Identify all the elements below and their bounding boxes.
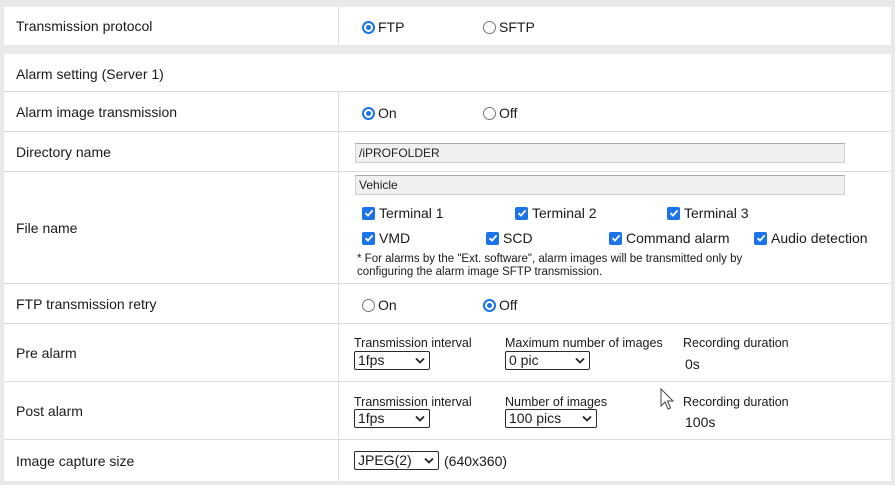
- ftp-retry-row: FTP transmission retry On Off: [4, 284, 891, 324]
- radio-unselected-icon: [483, 106, 496, 120]
- mouse-pointer-icon: [660, 388, 675, 410]
- radio-ftp-retry-on[interactable]: On: [362, 297, 397, 313]
- pre-alarm-interval-label: Transmission interval: [354, 336, 472, 350]
- pre-alarm-row: Pre alarm Transmission interval 1fps Max…: [4, 324, 891, 382]
- alarm-setting-panel: Alarm setting (Server 1) Alarm image tra…: [4, 54, 891, 481]
- radio-alarm-image-on[interactable]: On: [362, 105, 397, 121]
- post-alarm-label: Post alarm: [4, 382, 339, 439]
- file-name-label: File name: [4, 172, 339, 283]
- ftp-retry-value: On Off: [340, 284, 891, 323]
- checkbox-terminal-3-label: Terminal 3: [684, 205, 749, 221]
- radio-ftp-label: FTP: [378, 19, 405, 35]
- radio-unselected-icon: [362, 298, 375, 312]
- checkbox-terminal-2[interactable]: Terminal 2: [515, 205, 597, 221]
- file-name-row: File name Vehicle Terminal 1 Terminal 2 …: [4, 172, 891, 284]
- alarm-setting-title: Alarm setting (Server 1): [16, 66, 164, 82]
- checkbox-vmd[interactable]: VMD: [362, 230, 410, 246]
- checkmark-icon: [754, 231, 767, 245]
- directory-name-row: Directory name /iPROFOLDER: [4, 132, 891, 172]
- image-capture-resolution: (640x360): [444, 453, 508, 469]
- pre-alarm-duration-label: Recording duration: [683, 336, 789, 350]
- image-capture-size-row: Image capture size JPEG(2) (640x360): [4, 440, 891, 481]
- checkmark-icon: [609, 231, 622, 245]
- file-name-note-line-1: * For alarms by the "Ext. software", ala…: [357, 253, 743, 265]
- alarm-setting-header: Alarm setting (Server 1): [4, 54, 891, 92]
- checkbox-terminal-2-label: Terminal 2: [532, 205, 597, 221]
- pre-alarm-images-select-value: 0 pic: [509, 352, 539, 368]
- radio-sftp[interactable]: SFTP: [483, 19, 535, 35]
- pre-alarm-value: Transmission interval 1fps Maximum numbe…: [340, 324, 891, 381]
- radio-selected-icon: [362, 20, 375, 34]
- post-alarm-duration-label: Recording duration: [683, 395, 789, 409]
- radio-ftp[interactable]: FTP: [362, 19, 404, 35]
- checkbox-terminal-1[interactable]: Terminal 1: [362, 205, 444, 221]
- post-alarm-duration-value: 100s: [685, 414, 716, 430]
- file-name-note: * For alarms by the "Ext. software", ala…: [357, 253, 827, 279]
- radio-alarm-image-off-label: Off: [499, 105, 518, 121]
- post-alarm-interval-select-value: 1fps: [358, 410, 385, 426]
- radio-selected-icon: [362, 106, 375, 120]
- directory-name-value: /iPROFOLDER: [340, 132, 891, 171]
- image-capture-size-select[interactable]: JPEG(2): [354, 451, 439, 470]
- file-name-note-line-2: configuring the alarm image SFTP transmi…: [357, 266, 603, 278]
- directory-name-label: Directory name: [4, 132, 339, 171]
- alarm-image-transmission-label: Alarm image transmission: [4, 92, 339, 131]
- radio-ftp-retry-on-label: On: [378, 297, 397, 313]
- checkbox-terminal-1-label: Terminal 1: [379, 205, 444, 221]
- checkbox-command-alarm[interactable]: Command alarm: [609, 230, 729, 246]
- image-capture-size-label: Image capture size: [4, 440, 339, 481]
- transmission-protocol-row: Transmission protocol FTP SFTP: [4, 7, 891, 45]
- pre-alarm-interval-select[interactable]: 1fps: [354, 351, 430, 370]
- radio-alarm-image-off[interactable]: Off: [483, 105, 517, 121]
- radio-sftp-label: SFTP: [499, 19, 535, 35]
- checkbox-terminal-3[interactable]: Terminal 3: [667, 205, 749, 221]
- checkmark-icon: [362, 206, 375, 220]
- checkmark-icon: [667, 206, 680, 220]
- checkmark-icon: [515, 206, 528, 220]
- radio-selected-icon: [483, 298, 496, 312]
- pre-alarm-duration-value: 0s: [685, 356, 700, 372]
- post-alarm-images-label: Number of images: [505, 395, 608, 409]
- checkmark-icon: [486, 231, 499, 245]
- radio-ftp-retry-off[interactable]: Off: [483, 297, 517, 313]
- checkbox-vmd-label: VMD: [379, 230, 411, 246]
- file-name-value: Vehicle Terminal 1 Terminal 2 Terminal 3…: [340, 172, 891, 283]
- pre-alarm-images-select[interactable]: 0 pic: [505, 351, 590, 370]
- pre-alarm-images-label: Maximum number of images: [505, 336, 663, 350]
- file-name-input[interactable]: Vehicle: [355, 175, 845, 195]
- post-alarm-images-select-value: 100 pics: [509, 410, 562, 426]
- image-capture-size-value: JPEG(2) (640x360): [340, 440, 891, 481]
- alarm-image-transmission-row: Alarm image transmission On Off: [4, 92, 891, 132]
- checkbox-audio-detection[interactable]: Audio detection: [754, 230, 868, 246]
- ftp-retry-label: FTP transmission retry: [4, 284, 339, 323]
- checkbox-command-alarm-label: Command alarm: [626, 230, 730, 246]
- dropdown-arrow-icon: [415, 357, 425, 364]
- dropdown-arrow-icon: [415, 415, 425, 422]
- image-capture-size-select-value: JPEG(2): [358, 452, 412, 468]
- dropdown-arrow-icon: [582, 415, 592, 422]
- dropdown-arrow-icon: [424, 457, 434, 464]
- radio-alarm-image-on-label: On: [378, 105, 397, 121]
- checkbox-audio-detection-label: Audio detection: [771, 230, 868, 246]
- transmission-protocol-value: FTP SFTP: [340, 7, 891, 45]
- checkmark-icon: [362, 231, 375, 245]
- post-alarm-interval-label: Transmission interval: [354, 395, 472, 409]
- dropdown-arrow-icon: [575, 357, 585, 364]
- pre-alarm-label: Pre alarm: [4, 324, 339, 381]
- checkbox-scd-label: SCD: [503, 230, 533, 246]
- pre-alarm-interval-select-value: 1fps: [358, 352, 385, 368]
- post-alarm-images-select[interactable]: 100 pics: [505, 409, 597, 428]
- post-alarm-value: Transmission interval 1fps Number of ima…: [340, 382, 891, 439]
- radio-unselected-icon: [483, 20, 496, 34]
- post-alarm-interval-select[interactable]: 1fps: [354, 409, 430, 428]
- transmission-protocol-label: Transmission protocol: [4, 7, 339, 45]
- alarm-image-transmission-value: On Off: [340, 92, 891, 131]
- directory-name-input[interactable]: /iPROFOLDER: [355, 143, 845, 163]
- radio-ftp-retry-off-label: Off: [499, 297, 518, 313]
- post-alarm-row: Post alarm Transmission interval 1fps Nu…: [4, 382, 891, 440]
- protocol-panel: Transmission protocol FTP SFTP: [4, 7, 891, 45]
- checkbox-scd[interactable]: SCD: [486, 230, 533, 246]
